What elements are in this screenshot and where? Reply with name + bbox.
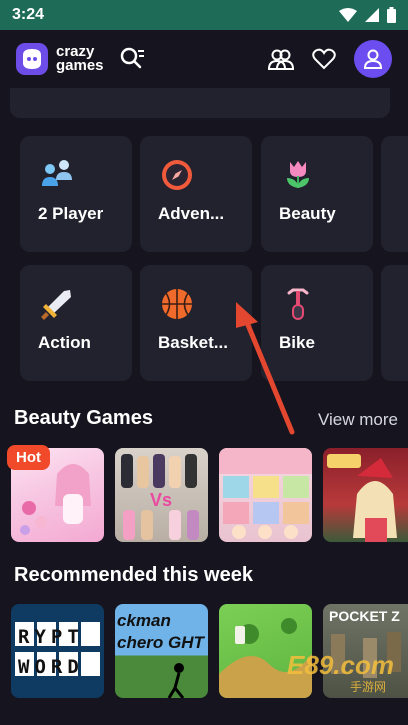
section-title-beauty: Beauty Games: [14, 407, 153, 429]
watermark-sub: 手游网: [349, 680, 386, 694]
system-icons: [339, 7, 396, 23]
compass-icon: [162, 160, 192, 190]
category-next-peek[interactable]: [381, 265, 408, 381]
profile-icon: [364, 49, 382, 69]
game-art: [167, 663, 185, 698]
svg-text:Vs: Vs: [150, 490, 172, 510]
game-thumbnail[interactable]: RYPT WORD: [11, 604, 104, 698]
game-thumbnail[interactable]: [219, 448, 312, 542]
game-art: [327, 454, 397, 542]
category-label: Bike: [279, 333, 315, 352]
game-art: Vs: [121, 454, 199, 540]
logo-text: crazy games: [56, 44, 104, 74]
bike-icon: [287, 288, 309, 320]
featured-banner-edge: [10, 88, 390, 118]
app-header: crazy games: [0, 30, 408, 88]
status-bar: 3:24: [0, 0, 408, 30]
logo-icon: [16, 43, 48, 75]
search-button[interactable]: [118, 45, 146, 73]
heart-icon[interactable]: [312, 48, 336, 70]
basketball-icon: [162, 289, 192, 319]
category-label: Basket...: [158, 333, 228, 352]
category-basketball[interactable]: Basket...: [140, 265, 252, 381]
game-art: [219, 448, 312, 539]
category-next-peek[interactable]: [381, 136, 408, 252]
profile-button[interactable]: [354, 40, 392, 78]
two-player-icon: [42, 160, 72, 186]
category-label: Beauty: [279, 204, 336, 223]
tulip-icon: [287, 161, 309, 188]
category-label: Adven...: [158, 204, 225, 223]
wifi-icon: [339, 8, 357, 22]
sword-icon: [41, 290, 71, 320]
game-thumbnail[interactable]: ckman chero GHT: [115, 604, 208, 698]
category-bike[interactable]: Bike: [261, 265, 373, 381]
cell-signal-icon: [365, 8, 379, 22]
thumb-caption: RYPT WORD: [18, 626, 84, 678]
category-adventure[interactable]: Adven...: [140, 136, 252, 252]
game-thumbnail[interactable]: Vs: [115, 448, 208, 542]
category-action[interactable]: Action: [20, 265, 132, 381]
game-thumbnail[interactable]: [323, 448, 408, 542]
category-label: Action: [38, 333, 91, 352]
header-actions: [268, 40, 392, 78]
view-more-link[interactable]: View more: [318, 410, 398, 430]
watermark: E89.com: [287, 650, 394, 680]
category-two-player[interactable]: 2 Player: [20, 136, 132, 252]
friends-icon[interactable]: [268, 47, 294, 71]
logo[interactable]: crazy games: [16, 43, 104, 75]
category-label: 2 Player: [38, 204, 104, 223]
search-icon: [120, 47, 144, 69]
hot-badge: Hot: [7, 445, 50, 470]
battery-icon: [387, 7, 396, 23]
section-title-recommended: Recommended this week: [14, 564, 253, 586]
category-beauty[interactable]: Beauty: [261, 136, 373, 252]
status-time: 3:24: [12, 6, 45, 23]
game-art: RYPT WORD: [15, 622, 101, 682]
logo-text-line-2: games: [56, 57, 104, 74]
